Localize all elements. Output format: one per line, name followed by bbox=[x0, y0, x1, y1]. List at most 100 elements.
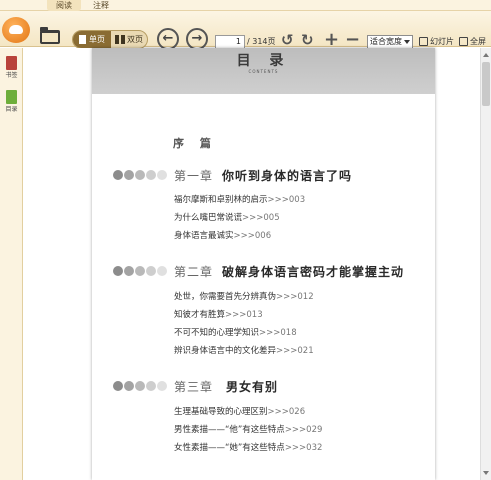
double-page-icon bbox=[115, 35, 125, 44]
tab-read[interactable]: 阅读 bbox=[47, 0, 81, 11]
tab-annotations[interactable]: 注释 bbox=[84, 0, 118, 11]
dot-icon bbox=[135, 170, 145, 180]
scroll-up-icon[interactable] bbox=[483, 53, 489, 57]
dot-icon bbox=[113, 266, 123, 276]
dot-icon bbox=[157, 266, 167, 276]
double-page-button[interactable]: 双页 bbox=[111, 31, 148, 48]
toc-entry[interactable]: 女性素描——“她”有这些特点>>>032 bbox=[174, 441, 322, 453]
toc-entry-text: 生理基础导致的心理区别 bbox=[174, 407, 268, 417]
zoom-mode-select[interactable]: 适合宽度 bbox=[367, 35, 413, 49]
open-folder-icon[interactable] bbox=[40, 27, 60, 44]
rotate-right-icon[interactable]: ↻ bbox=[301, 31, 314, 49]
zoom-out-icon[interactable]: − bbox=[345, 31, 360, 49]
rotate-left-icon[interactable]: ↺ bbox=[281, 31, 294, 49]
dot-icon bbox=[146, 266, 156, 276]
dot-icon bbox=[113, 170, 123, 180]
toc-entry-page: >>>018 bbox=[259, 328, 297, 338]
toc-entry-text: 为什么嘴巴常说谎 bbox=[174, 213, 243, 223]
slideshow-button[interactable]: 幻灯片 bbox=[419, 36, 454, 48]
toc-entry-page: >>>005 bbox=[242, 213, 280, 223]
toc-entry[interactable]: 男性素描——“他”有这些特点>>>029 bbox=[174, 423, 322, 435]
chapter-dots bbox=[113, 266, 173, 276]
tab-strip: 阅读 注释 bbox=[0, 0, 491, 11]
dot-icon bbox=[157, 170, 167, 180]
dot-icon bbox=[135, 266, 145, 276]
scroll-down-icon[interactable] bbox=[483, 471, 489, 475]
arrow-right-icon: → bbox=[191, 31, 203, 46]
toc-entry-page: >>>032 bbox=[284, 443, 323, 453]
fullscreen-button[interactable]: 全屏 bbox=[459, 36, 486, 48]
dot-icon bbox=[146, 170, 156, 180]
toc-entry-text: 身体语言最诚实 bbox=[174, 231, 234, 241]
single-page-button[interactable]: 单页 bbox=[73, 31, 111, 48]
toc-entry-text: 福尔摩斯和卓别林的启示 bbox=[174, 195, 268, 205]
dot-icon bbox=[124, 266, 134, 276]
toc-entry[interactable]: 身体语言最诚实>>>006 bbox=[174, 229, 271, 241]
toc-entry[interactable]: 辨识身体语言中的文化差异>>>021 bbox=[174, 344, 314, 356]
zoom-in-icon[interactable]: + bbox=[324, 31, 339, 49]
total-pages-label: / 314页 bbox=[247, 37, 276, 46]
sidebar-item-bookmarks[interactable]: 书签 bbox=[2, 56, 21, 79]
chapter-number: 第一章 bbox=[174, 169, 214, 183]
page-header-band: 目 录 CONTENTS bbox=[92, 48, 435, 94]
toc-entry[interactable]: 知彼才有胜算>>>013 bbox=[174, 308, 263, 320]
toc-entry-text: 处世，你需要首先分辨真伪 bbox=[174, 292, 277, 302]
toc-entry-page: >>>013 bbox=[225, 310, 263, 320]
dot-icon bbox=[113, 381, 123, 391]
vertical-scrollbar[interactable] bbox=[480, 48, 491, 480]
next-page-button[interactable]: → bbox=[186, 28, 208, 50]
view-mode-toggle: 单页 双页 bbox=[72, 30, 148, 49]
toc-entry-text: 不可不知的心理学知识 bbox=[174, 328, 260, 338]
sidebar-toc-label: 目录 bbox=[5, 106, 18, 113]
toc-entry-page: >>>029 bbox=[284, 425, 323, 435]
chapter-title: 破解身体语言密码才能掌握主动 bbox=[222, 265, 405, 279]
toc-entry[interactable]: 处世，你需要首先分辨真伪>>>012 bbox=[174, 290, 314, 302]
chapter-dots bbox=[113, 381, 173, 391]
double-page-label: 双页 bbox=[127, 35, 143, 44]
toc-title: 目 录 bbox=[236, 53, 291, 69]
scroll-thumb[interactable] bbox=[482, 62, 490, 106]
toc-entry-page: >>>012 bbox=[276, 292, 314, 302]
preface-heading[interactable]: 序 篇 bbox=[173, 135, 217, 151]
toc-entry[interactable]: 生理基础导致的心理区别>>>026 bbox=[174, 405, 305, 417]
toc-entry-text: 辨识身体语言中的文化差异 bbox=[174, 346, 277, 356]
page-number-input[interactable]: 1 bbox=[215, 35, 245, 49]
single-page-icon bbox=[79, 35, 86, 44]
app-logo-icon[interactable] bbox=[2, 17, 30, 43]
zoom-mode-value: 适合宽度 bbox=[370, 37, 402, 46]
toc-entry-text: 男性素描——“他”有这些特点 bbox=[174, 425, 285, 435]
sidebar-bookmark-label: 书签 bbox=[5, 72, 18, 79]
toc-entry[interactable]: 福尔摩斯和卓别林的启示>>>003 bbox=[174, 193, 305, 205]
slideshow-icon bbox=[419, 37, 428, 46]
sidebar: 书签 目录 bbox=[0, 48, 23, 480]
toc-entry-page: >>>003 bbox=[267, 195, 306, 205]
toc-icon bbox=[6, 90, 17, 104]
chevron-down-icon bbox=[404, 40, 410, 44]
dot-icon bbox=[146, 381, 156, 391]
toc-subtitle: CONTENTS bbox=[248, 69, 279, 74]
toc-entry[interactable]: 为什么嘴巴常说谎>>>005 bbox=[174, 211, 280, 223]
toc-entry-text: 知彼才有胜算 bbox=[174, 310, 226, 320]
dot-icon bbox=[124, 381, 134, 391]
sidebar-item-toc[interactable]: 目录 bbox=[2, 90, 21, 113]
dot-icon bbox=[124, 170, 134, 180]
previous-page-button[interactable]: ← bbox=[157, 28, 179, 50]
single-page-label: 单页 bbox=[89, 35, 105, 44]
toc-entry-text: 女性素描——“她”有这些特点 bbox=[174, 443, 285, 453]
toc-entry-page: >>>021 bbox=[276, 346, 314, 356]
toc-entry-page: >>>026 bbox=[267, 407, 306, 417]
toolbar: 单页 双页 ← → 1 / 314页 ↺ ↻ + − 适合宽度 幻灯片 全屏 bbox=[0, 11, 491, 50]
chapter-title: 你听到身体的语言了吗 bbox=[222, 169, 353, 183]
toc-entry-page: >>>006 bbox=[233, 231, 272, 241]
arrow-left-icon: ← bbox=[162, 31, 174, 46]
fullscreen-label: 全屏 bbox=[470, 37, 486, 46]
chapter-number: 第二章 bbox=[174, 265, 214, 279]
chapter-dots bbox=[113, 170, 173, 180]
bookmark-icon bbox=[6, 56, 17, 70]
slideshow-label: 幻灯片 bbox=[430, 37, 454, 46]
dot-icon bbox=[157, 381, 167, 391]
dot-icon bbox=[135, 381, 145, 391]
toc-entry[interactable]: 不可不知的心理学知识>>>018 bbox=[174, 326, 297, 338]
chapter-number: 第三章 bbox=[174, 380, 214, 394]
fullscreen-icon bbox=[459, 37, 468, 46]
